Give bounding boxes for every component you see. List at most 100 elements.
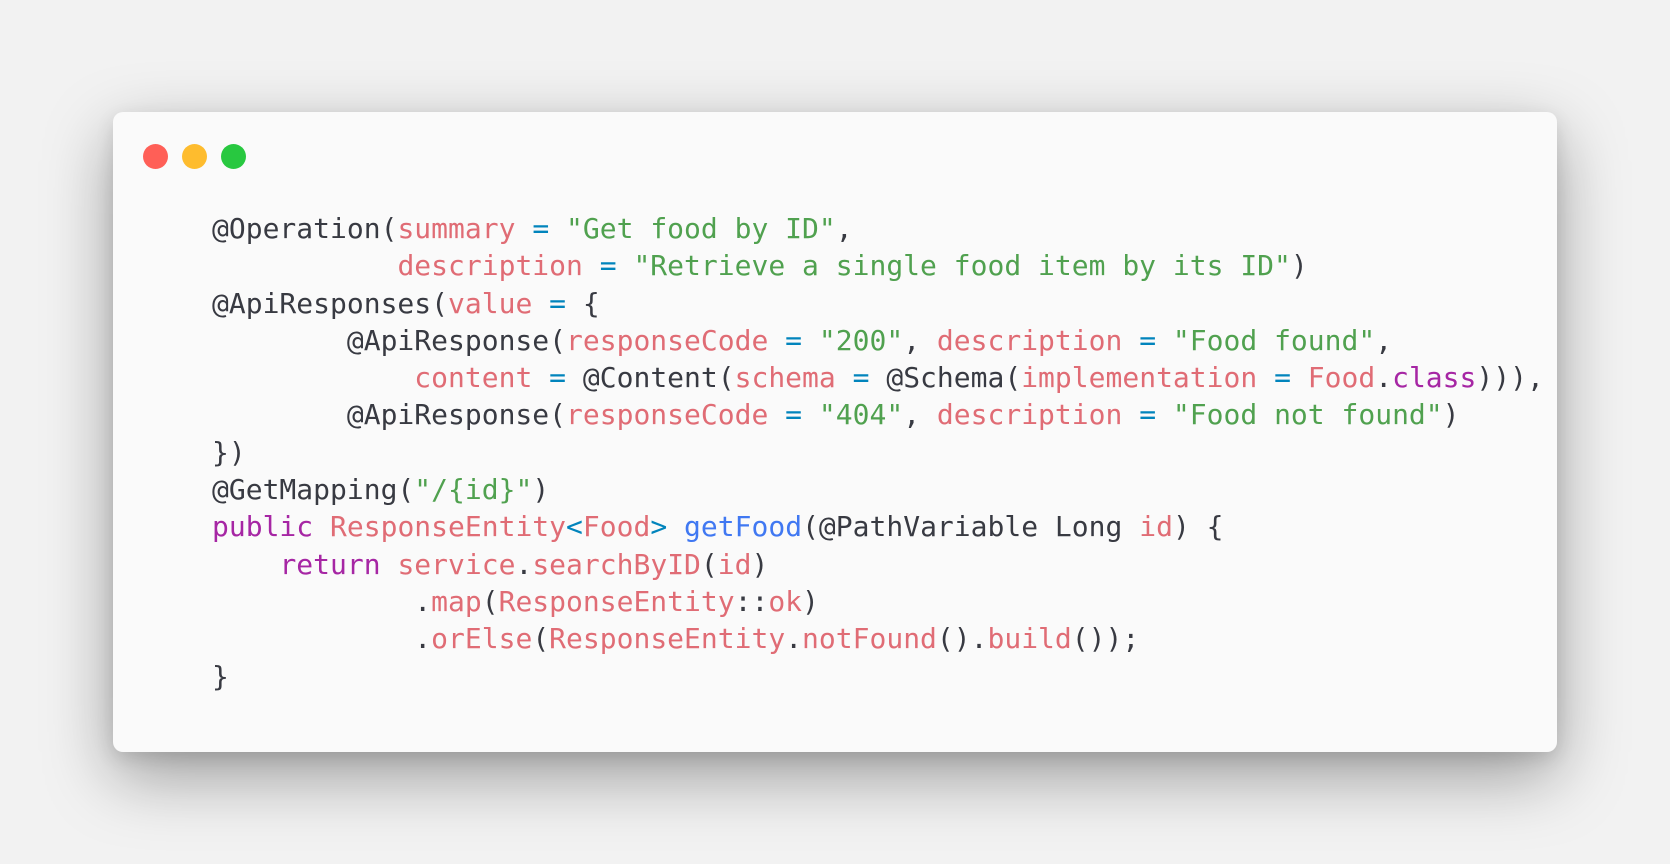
code-token: "/{id}" bbox=[414, 473, 533, 507]
code-token: "Food not found" bbox=[1172, 398, 1443, 432]
code-token: ) bbox=[1442, 398, 1460, 432]
code-token: map bbox=[431, 584, 482, 618]
code-line: @ApiResponse(responseCode = "404", descr… bbox=[212, 396, 1544, 433]
code-token: ()); bbox=[1071, 622, 1140, 656]
code-token: searchByID bbox=[532, 547, 701, 581]
code-token: ok bbox=[768, 584, 803, 618]
code-token: @Operation( bbox=[212, 212, 398, 245]
code-token: ) bbox=[802, 584, 819, 618]
code-token: "404" bbox=[818, 398, 904, 432]
code-line: @ApiResponses(value = { bbox=[212, 285, 1544, 322]
code-token: (@PathVariable Long bbox=[802, 510, 1140, 544]
code-token: "200" bbox=[818, 323, 904, 357]
code-token: } bbox=[212, 659, 229, 693]
code-token: = bbox=[785, 323, 803, 357]
code-token: . bbox=[1375, 361, 1393, 395]
code-line: }) bbox=[212, 434, 1544, 471]
code-token: public bbox=[212, 510, 314, 544]
code-line: @ApiResponse(responseCode = "200", descr… bbox=[212, 322, 1544, 359]
code-token: build bbox=[987, 622, 1072, 656]
code-token: ( bbox=[532, 622, 550, 656]
code-token: id bbox=[717, 547, 752, 581]
code-token: > bbox=[650, 510, 668, 544]
code-token: = bbox=[852, 361, 870, 395]
code-token: , bbox=[835, 212, 853, 245]
code-token: value bbox=[448, 286, 533, 320]
code-line: @Operation(summary = "Get food by ID", bbox=[212, 210, 1544, 247]
code-token: , bbox=[903, 323, 937, 357]
code-token: return bbox=[279, 547, 381, 581]
code-token: content bbox=[414, 361, 533, 395]
code-token: "Retrieve a single food item by its ID" bbox=[633, 249, 1291, 283]
code-token: = bbox=[785, 398, 803, 432]
code-token: < bbox=[566, 510, 583, 544]
code-token: notFound bbox=[802, 622, 937, 656]
code-token: orElse bbox=[431, 622, 533, 656]
code-token: = bbox=[532, 212, 550, 245]
code-window: @Operation(summary = "Get food by ID", d… bbox=[113, 112, 1557, 752]
code-line: return service.searchByID(id) bbox=[212, 546, 1544, 583]
code-token: schema bbox=[734, 361, 836, 395]
code-line: content = @Content(schema = @Schema(impl… bbox=[212, 359, 1544, 396]
code-token: Food bbox=[1307, 361, 1376, 395]
code-token: = bbox=[549, 361, 567, 395]
code-block: @Operation(summary = "Get food by ID", d… bbox=[212, 210, 1544, 695]
code-token: = bbox=[549, 286, 567, 320]
code-line: } bbox=[212, 658, 1544, 695]
code-token: . bbox=[785, 622, 803, 656]
code-token: "Food found" bbox=[1172, 323, 1376, 357]
code-token: @Content( bbox=[566, 361, 735, 395]
code-token: , bbox=[903, 398, 937, 432]
code-line: public ResponseEntity<Food> getFood(@Pat… bbox=[212, 508, 1544, 545]
code-token: @ApiResponse( bbox=[212, 323, 567, 357]
code-token: ))) bbox=[1476, 361, 1527, 395]
code-token: = bbox=[599, 249, 617, 283]
code-token: ) bbox=[532, 473, 550, 507]
code-token: responseCode bbox=[566, 323, 769, 357]
code-token: ( bbox=[481, 584, 499, 618]
code-token: responseCode bbox=[566, 398, 769, 432]
code-token: @GetMapping( bbox=[212, 473, 415, 507]
code-token: description bbox=[397, 249, 583, 283]
code-token: . bbox=[212, 584, 432, 618]
code-token: = bbox=[1139, 398, 1157, 432]
close-dot-icon[interactable] bbox=[143, 144, 168, 169]
code-token: class bbox=[1392, 361, 1477, 395]
code-token: = bbox=[1274, 361, 1291, 395]
zoom-dot-icon[interactable] bbox=[221, 144, 246, 169]
code-token: ResponseEntity bbox=[330, 510, 567, 544]
code-token: description bbox=[936, 323, 1123, 357]
code-token: = bbox=[1139, 323, 1157, 357]
code-token: @ApiResponse( bbox=[212, 398, 567, 432]
code-token: . bbox=[212, 622, 432, 656]
code-token: ) { bbox=[1172, 510, 1224, 544]
code-token: :: bbox=[734, 584, 769, 618]
code-token: ResponseEntity bbox=[498, 584, 735, 618]
code-token: { bbox=[566, 286, 600, 320]
minimize-dot-icon[interactable] bbox=[182, 144, 207, 169]
code-token: , bbox=[1375, 323, 1393, 357]
code-token: @ApiResponses( bbox=[212, 286, 449, 320]
code-token: getFood bbox=[684, 510, 803, 544]
code-token: }) bbox=[212, 435, 246, 469]
code-token: service bbox=[397, 547, 516, 581]
code-line: @GetMapping("/{id}") bbox=[212, 471, 1544, 508]
code-token: ( bbox=[700, 547, 718, 581]
